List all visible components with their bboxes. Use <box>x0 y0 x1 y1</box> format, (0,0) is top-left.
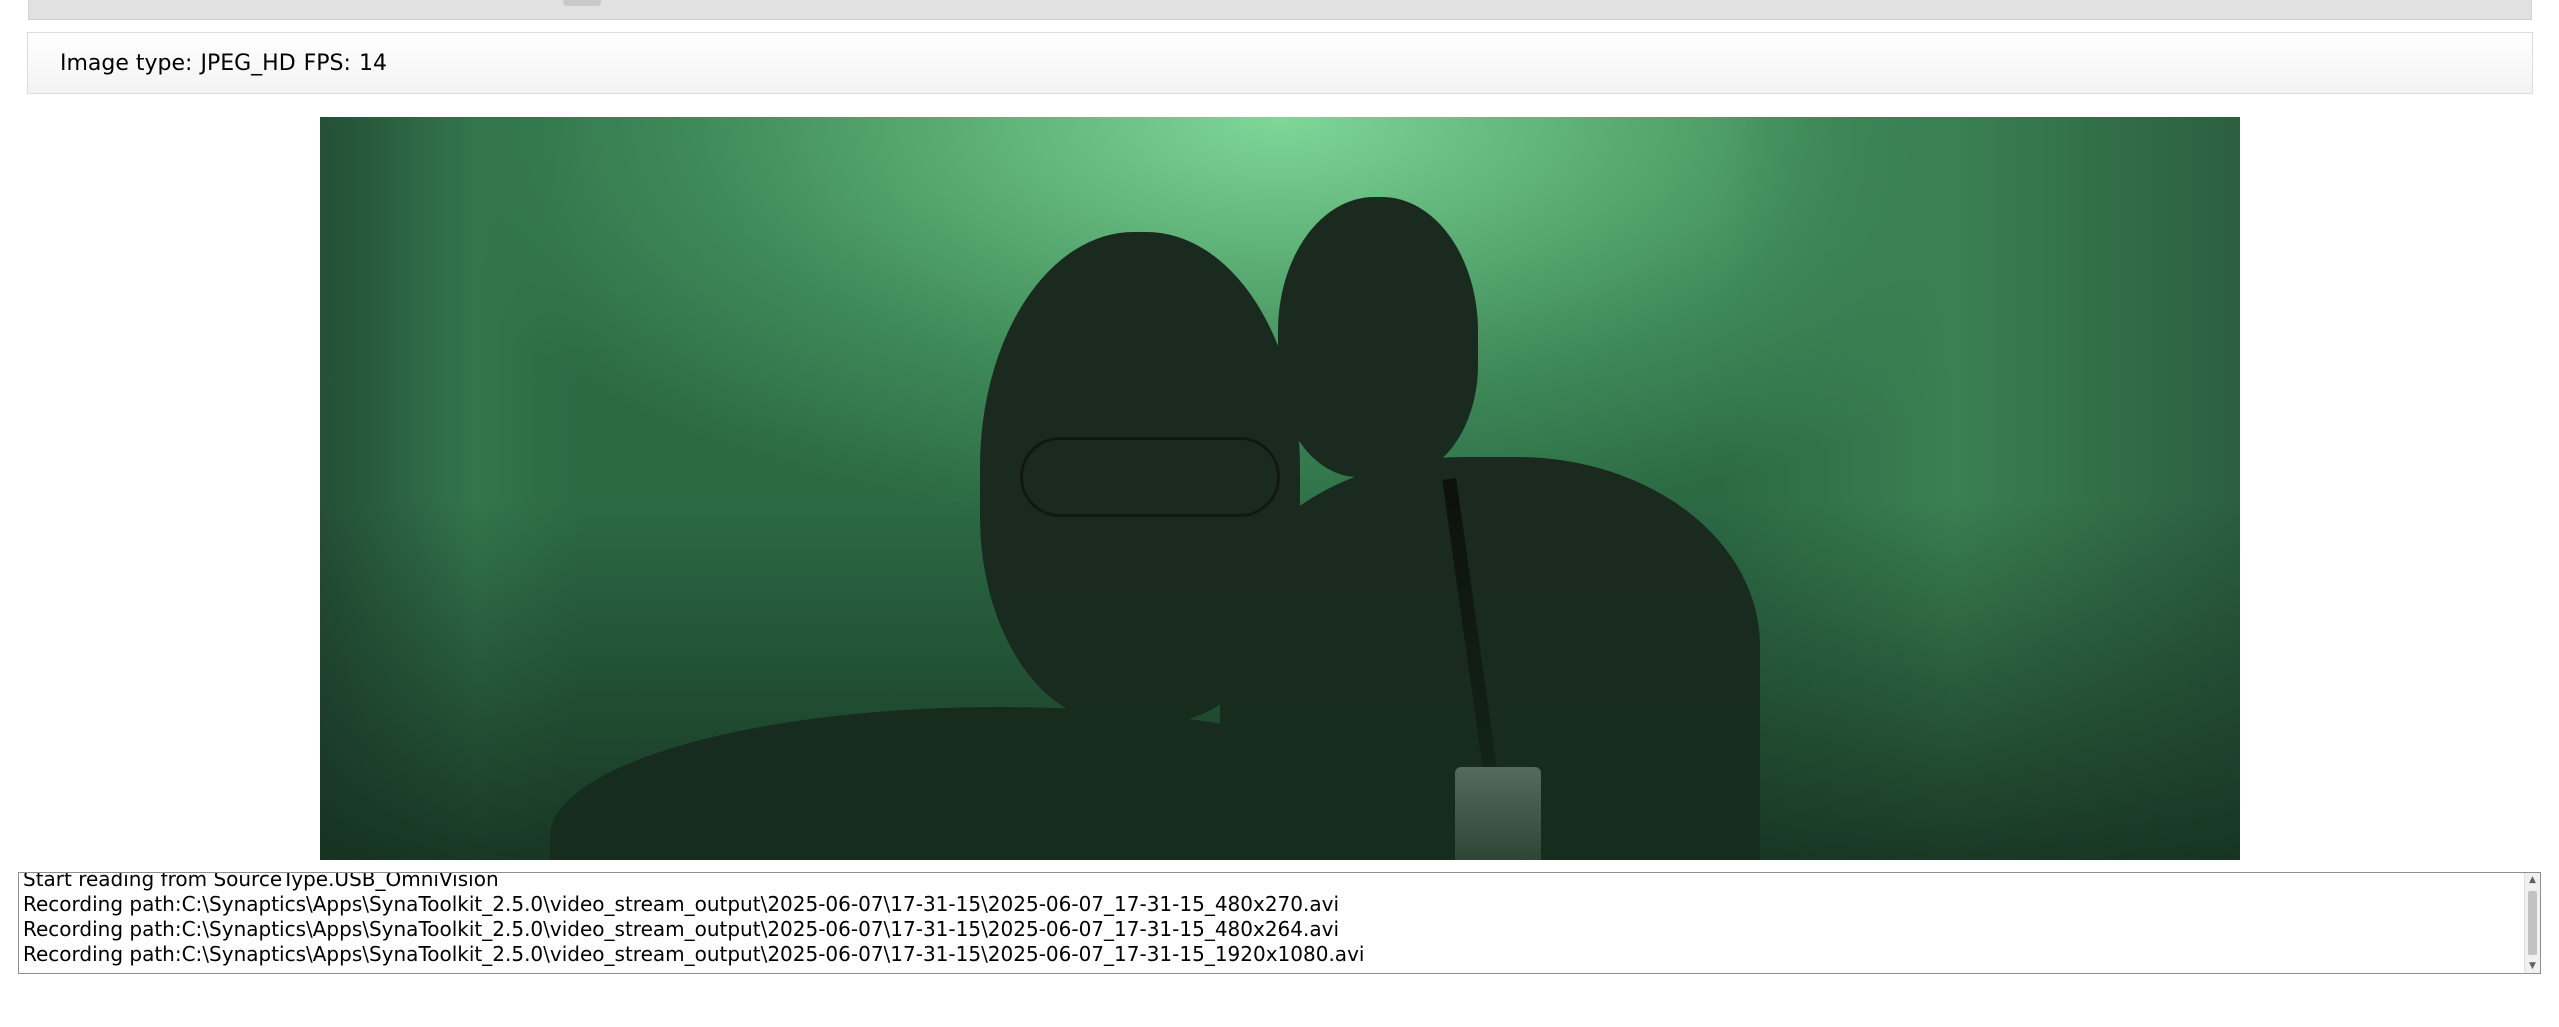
log-line: Recording path:C:\Synaptics\Apps\SynaToo… <box>23 892 1340 916</box>
top-control-strip <box>28 0 2532 20</box>
log-line: Recording path:C:\Synaptics\Apps\SynaToo… <box>23 917 1340 941</box>
stream-info-bar: Image type: JPEG_HD FPS: 14 <box>27 32 2533 94</box>
log-output[interactable]: Start reading from SourceType.USB_OmniVi… <box>18 872 2541 974</box>
video-shade <box>320 500 2240 860</box>
log-line: Recording path:C:\Synaptics\Apps\SynaToo… <box>23 942 1365 966</box>
app-window: Image type: JPEG_HD FPS: 14 Start readin… <box>0 0 2559 1027</box>
fps-label: FPS: <box>303 50 351 76</box>
scroll-thumb[interactable] <box>2528 891 2537 955</box>
log-line: Start reading from SourceType.USB_OmniVi… <box>23 872 499 891</box>
slider-handle[interactable] <box>563 0 601 6</box>
log-lines: Start reading from SourceType.USB_OmniVi… <box>23 872 2520 967</box>
video-preview <box>320 117 2240 860</box>
video-person-back-head <box>1278 197 1478 477</box>
image-type-label: Image type: <box>60 50 193 76</box>
up-arrow-icon[interactable]: ▲ <box>2525 873 2540 887</box>
log-scrollbar[interactable]: ▲ ▼ <box>2524 873 2540 973</box>
image-type-value: JPEG_HD <box>200 50 296 76</box>
down-arrow-icon[interactable]: ▼ <box>2525 959 2540 973</box>
fps-value: 14 <box>358 50 387 76</box>
